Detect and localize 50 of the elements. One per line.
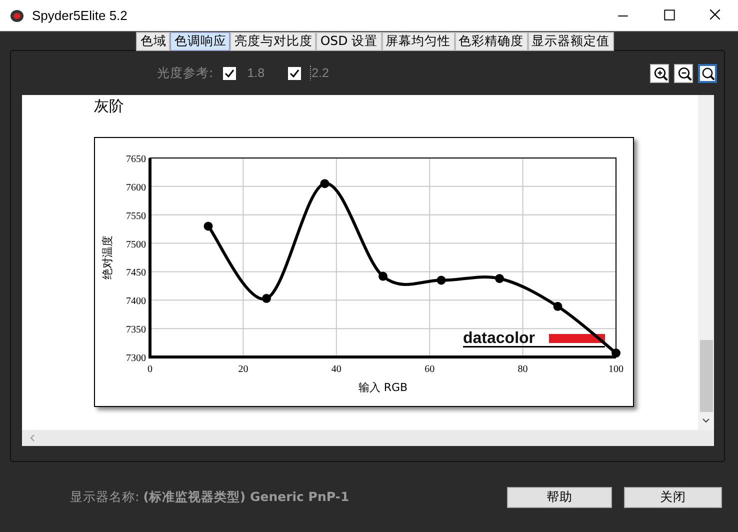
data-point (553, 302, 562, 311)
checkbox[interactable] (288, 66, 301, 80)
zoom-in-icon[interactable] (650, 64, 669, 82)
zoom-out-icon[interactable] (674, 64, 693, 82)
checkbox[interactable] (223, 66, 236, 80)
tab[interactable]: 屏幕均匀性 (382, 32, 455, 51)
y-tick-label: 7550 (126, 210, 146, 222)
y-tick-label: 7300 (126, 353, 146, 364)
tab[interactable]: 显示器额定值 (528, 32, 614, 51)
horizontal-scrollbar[interactable] (22, 430, 714, 446)
checkbox-label: 1.8 (246, 65, 266, 81)
monitor-name: 显示器名称: (标准监视器类型) Generic PnP-1 (70, 488, 350, 506)
dialog-button[interactable]: 关闭 (624, 486, 722, 508)
data-point (436, 276, 446, 285)
data-point (378, 272, 388, 281)
tab[interactable]: 色调响应 (170, 32, 230, 51)
section-title: 灰阶 (94, 97, 125, 117)
tab[interactable]: 色域 (136, 32, 170, 51)
tab[interactable]: 色彩精确度 (454, 32, 528, 51)
x-tick-label: 40 (331, 364, 342, 375)
y-tick-label: 7350 (126, 324, 146, 336)
data-point (262, 294, 271, 303)
vertical-scrollbar[interactable] (698, 95, 714, 430)
magnifier-icon[interactable] (698, 64, 717, 82)
scroll-down-icon[interactable] (701, 417, 711, 425)
x-tick-label: 0 (148, 364, 152, 375)
y-tick-label: 7450 (126, 268, 146, 279)
tab[interactable]: OSD 设置 (316, 32, 382, 51)
data-point (612, 348, 620, 358)
data-point (320, 179, 330, 188)
x-tick-label: 60 (424, 364, 435, 375)
app-logo-icon (10, 8, 24, 22)
x-tick-label: 80 (518, 364, 528, 375)
x-tick-label: 100 (608, 364, 624, 375)
y-tick-label: 7600 (126, 182, 146, 194)
y-tick-label: 7650 (126, 154, 146, 165)
y-tick-label: 7400 (126, 296, 146, 308)
y-axis-label: 绝对温度 (101, 236, 114, 280)
dialog-button[interactable]: 帮助 (507, 486, 612, 508)
scrollbar-thumb[interactable] (700, 340, 712, 412)
x-axis-label: 输入 RGB (358, 381, 408, 394)
data-point (204, 222, 213, 231)
y-tick-label: 7500 (126, 239, 146, 250)
reference-label: 光度参考: (157, 64, 214, 82)
datacolor-logo: datacolor (463, 330, 605, 348)
window-title: Spyder5Elite 5.2 (32, 8, 128, 23)
x-tick-label: 20 (238, 364, 248, 375)
tab[interactable]: 亮度与对比度 (230, 32, 316, 51)
data-point (495, 274, 504, 284)
checkbox-label: 2.2 (310, 65, 331, 81)
